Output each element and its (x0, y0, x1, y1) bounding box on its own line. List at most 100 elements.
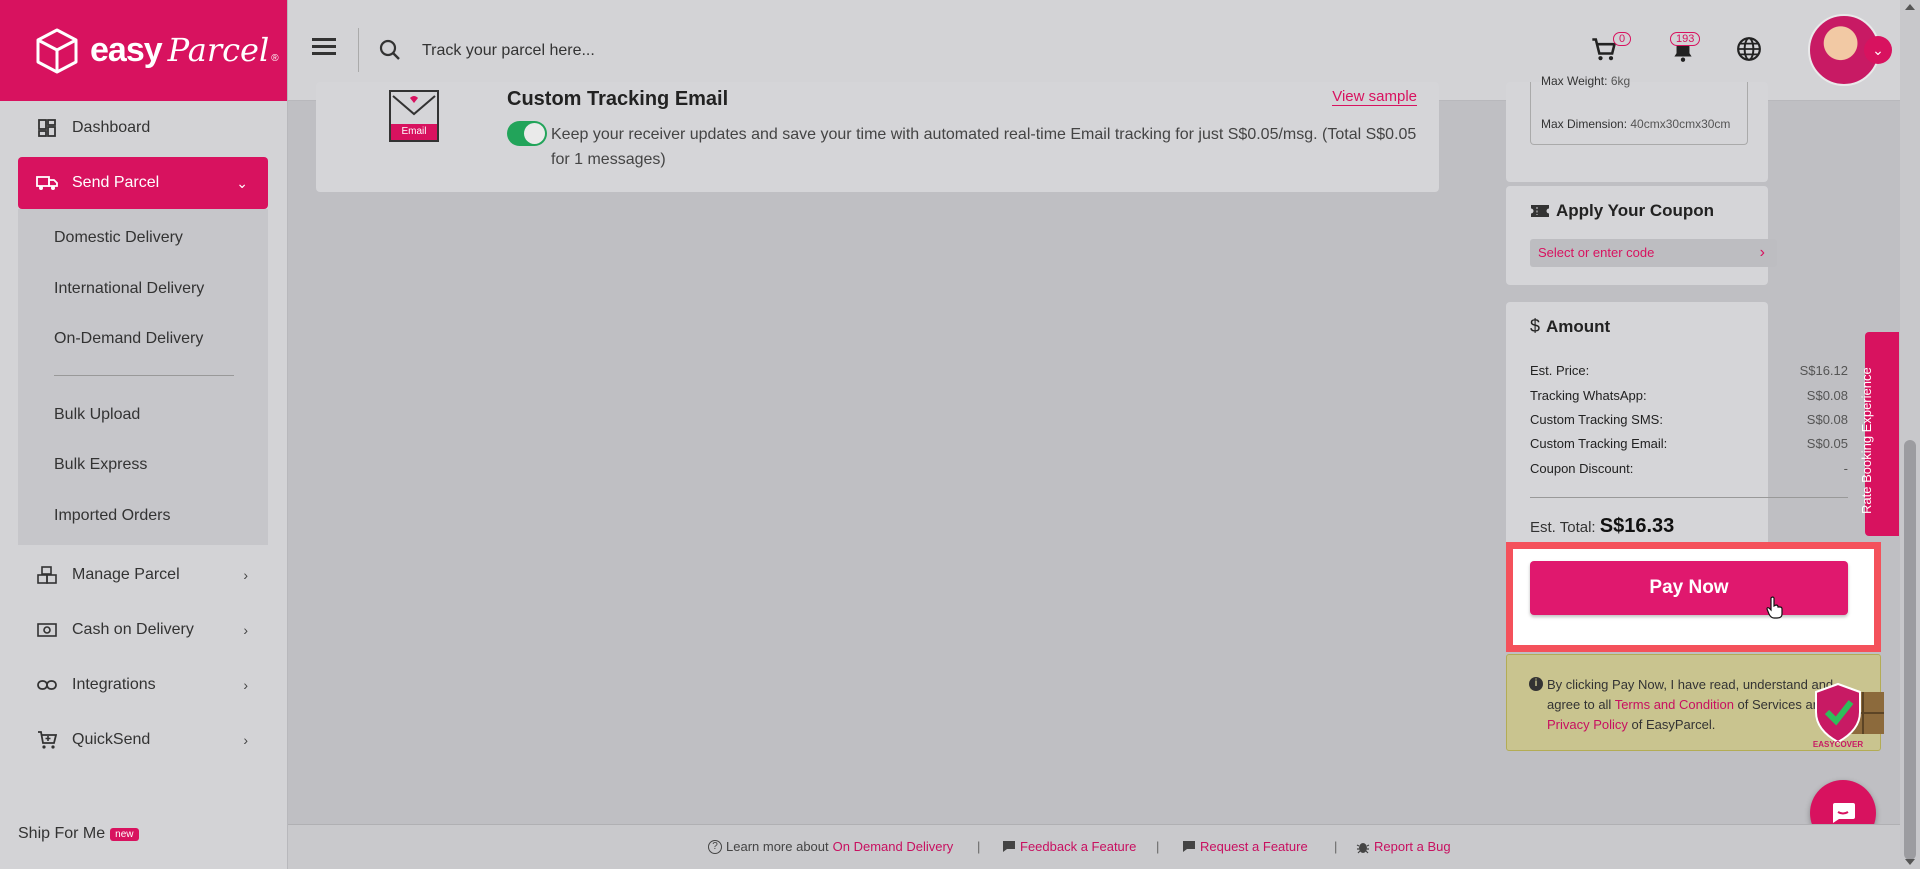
page-scrollbar[interactable] (1900, 0, 1920, 869)
terms-condition-link[interactable]: Terms and Condition (1615, 697, 1734, 712)
sidebar-item-integrations[interactable]: Integrations › (18, 659, 268, 711)
amount-row-label: Tracking WhatsApp: (1530, 388, 1647, 403)
new-badge: new (110, 827, 139, 841)
pay-now-button[interactable]: Pay Now (1530, 561, 1848, 615)
request-feature-link[interactable]: Request a Feature (1182, 839, 1308, 854)
ship-for-me-label: Ship For Me (18, 825, 106, 842)
amount-row-value: S$16.12 (1799, 363, 1848, 378)
chevron-down-icon: ⌄ (236, 174, 248, 191)
sidebar-item-cash-on-delivery[interactable]: Cash on Delivery › (18, 604, 268, 656)
email-tracking-description: Keep your receiver updates and save your… (551, 126, 1417, 168)
max-dimension-label: Max Dimension: (1541, 117, 1628, 131)
on-demand-delivery-link[interactable]: On Demand Delivery (833, 839, 954, 854)
sidebar-item-dashboard[interactable]: Dashboard (18, 102, 268, 154)
track-parcel-search-input[interactable] (422, 36, 922, 66)
sidebar-subitem-domestic[interactable]: Domestic Delivery (54, 229, 183, 247)
cart-count-badge: 0 (1613, 32, 1632, 46)
chevron-right-icon: › (243, 622, 248, 638)
submenu-divider (54, 375, 234, 376)
rate-booking-experience-tab[interactable]: Rate Booking Experience (1859, 332, 1899, 536)
scroll-thumb[interactable] (1904, 440, 1916, 860)
help-circle-icon: ? (708, 839, 722, 854)
sidebar-item-label: Manage Parcel (72, 566, 180, 583)
chevron-right-icon: › (1759, 244, 1765, 261)
avatar-chevron-down-icon[interactable]: ⌄ (1864, 36, 1892, 64)
amount-row-coupon-discount: Coupon Discount: - (1530, 461, 1848, 476)
amount-row-value: S$0.08 (1806, 388, 1848, 403)
scroll-up-icon[interactable] (1905, 4, 1915, 10)
amount-title-text: Amount (1546, 316, 1611, 336)
sidebar-item-send-parcel[interactable]: Send Parcel ⌄ (18, 157, 268, 209)
feedback-feature-label: Feedback a Feature (1020, 839, 1137, 854)
comment-icon (1183, 841, 1195, 852)
coupon-code-field[interactable]: Select or enter code › (1530, 239, 1777, 267)
email-tracking-toggle[interactable] (507, 121, 547, 146)
custom-tracking-email-card: Email Custom Tracking Email View sample … (316, 82, 1439, 192)
amount-row-label: Custom Tracking SMS: (1530, 412, 1663, 427)
footer: ? Learn more about On Demand Delivery | … (288, 824, 1900, 869)
coupon-placeholder: Select or enter code (1538, 245, 1655, 260)
amount-row-label: Custom Tracking Email: (1530, 436, 1668, 451)
hamburger-menu-icon[interactable] (312, 38, 336, 62)
amount-row-email: Custom Tracking Email: S$0.05 (1530, 436, 1848, 451)
parcel-limits-box: Max Weight: 6kg Max Dimension: 40cmx30cm… (1530, 74, 1748, 145)
amount-row-value: - (1843, 461, 1848, 476)
brand-name: easy (90, 31, 163, 69)
search-icon (379, 39, 400, 60)
report-bug-link[interactable]: Report a Bug (1356, 839, 1451, 854)
rate-tab-label: Rate Booking Experience (1859, 367, 1874, 514)
view-sample-link[interactable]: View sample (1332, 88, 1417, 106)
link-icon (36, 674, 58, 696)
request-feature-label: Request a Feature (1200, 839, 1308, 854)
sidebar-item-label: QuickSend (72, 731, 151, 748)
learn-more-prefix: Learn more about (726, 839, 829, 854)
header-divider (358, 28, 359, 72)
brand-reg: ® (271, 53, 279, 64)
email-card-title: Custom Tracking Email (507, 88, 729, 110)
footer-separator: | (977, 839, 981, 854)
chevron-right-icon: › (243, 732, 248, 748)
amount-row-est-price: Est. Price: S$16.12 (1530, 363, 1848, 378)
scroll-down-icon[interactable] (1905, 859, 1915, 865)
privacy-policy-link[interactable]: Privacy Policy (1547, 717, 1628, 732)
cash-icon (36, 619, 58, 641)
sidebar-subitem-international[interactable]: International Delivery (54, 280, 204, 298)
sidebar-subitem-bulk-express[interactable]: Bulk Express (54, 456, 147, 474)
globe-icon[interactable] (1736, 36, 1762, 62)
cart-plus-icon (36, 729, 58, 751)
max-dimension-value: 40cmx30cmx30cm (1630, 117, 1731, 131)
amount-row-value: S$0.05 (1806, 436, 1848, 451)
chat-icon (1833, 803, 1855, 823)
sidebar-subitem-bulk-upload[interactable]: Bulk Upload (54, 406, 140, 424)
coupon-title-text: Apply Your Coupon (1556, 201, 1715, 220)
hand-cursor-icon (1766, 596, 1783, 619)
sidebar-subitem-on-demand[interactable]: On-Demand Delivery (54, 330, 203, 348)
amount-row-whatsapp: Tracking WhatsApp: S$0.08 (1530, 388, 1848, 403)
sidebar-item-ship-for-me[interactable]: Ship For Me new (18, 825, 139, 843)
sidebar-item-manage-parcel[interactable]: Manage Parcel › (18, 549, 268, 601)
footer-separator: | (1334, 839, 1338, 854)
est-total-value: S$16.33 (1599, 515, 1675, 537)
cube-logo-icon (36, 28, 78, 73)
sidebar-item-label: Cash on Delivery (72, 621, 194, 638)
info-icon: i (1529, 677, 1543, 691)
sidebar-subitem-imported-orders[interactable]: Imported Orders (54, 507, 170, 525)
amount-row-value: S$0.08 (1806, 412, 1848, 427)
feedback-feature-link[interactable]: Feedback a Feature (1002, 839, 1136, 854)
notification-count-badge: 193 (1670, 32, 1701, 46)
email-envelope-icon: Email (389, 90, 439, 142)
brand-logo[interactable]: easy Parcel ® (0, 0, 287, 101)
sidebar-item-label: Integrations (72, 676, 156, 693)
coupon-card: Apply Your Coupon Select or enter code › (1506, 186, 1777, 285)
est-total: Est. Total: S$16.33 (1530, 515, 1674, 538)
truck-icon (36, 172, 58, 194)
send-parcel-submenu (18, 209, 268, 545)
boxes-icon (36, 564, 58, 586)
amount-row-sms: Custom Tracking SMS: S$0.08 (1530, 412, 1848, 427)
dashboard-icon (36, 117, 58, 139)
coupon-title: Apply Your Coupon (1530, 201, 1714, 221)
amount-title: $ Amount (1530, 316, 1610, 337)
ticket-icon (1530, 205, 1550, 217)
sidebar-item-quicksend[interactable]: QuickSend › (18, 714, 268, 766)
amount-row-label: Est. Price: (1530, 363, 1590, 378)
